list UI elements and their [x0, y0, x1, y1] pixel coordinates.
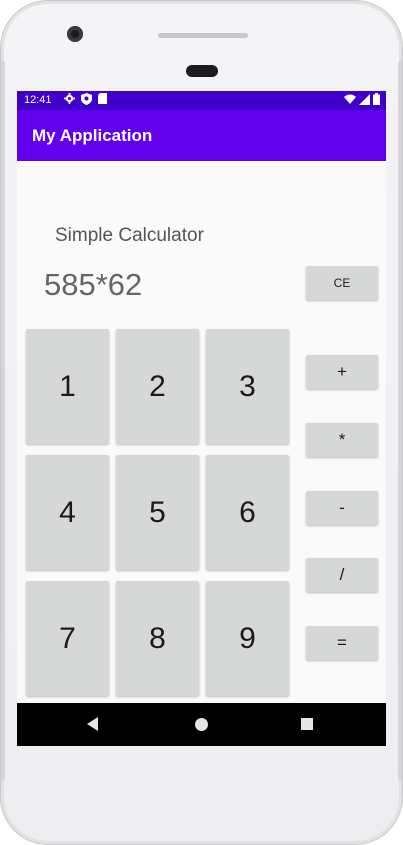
- digit-9-button[interactable]: 9: [206, 581, 289, 696]
- digit-5-button[interactable]: 5: [116, 455, 199, 570]
- subtract-button[interactable]: -: [306, 491, 378, 525]
- sim-card-icon: [98, 93, 107, 109]
- screen: 12:41 My Application Simple Calculator 5…: [17, 91, 386, 746]
- clear-button[interactable]: CE: [306, 266, 378, 300]
- battery-icon: [373, 93, 380, 108]
- back-icon[interactable]: [87, 717, 98, 731]
- wifi-icon: [344, 94, 356, 108]
- digit-2-button[interactable]: 2: [116, 329, 199, 444]
- app-bar: My Application: [17, 110, 386, 161]
- equals-button[interactable]: =: [306, 626, 378, 660]
- digit-3-button[interactable]: 3: [206, 329, 289, 444]
- recents-icon[interactable]: [301, 718, 313, 730]
- divide-button[interactable]: /: [306, 558, 378, 592]
- digit-7-button[interactable]: 7: [26, 581, 109, 696]
- digit-4-button[interactable]: 4: [26, 455, 109, 570]
- calculator-heading: Simple Calculator: [55, 225, 204, 246]
- phone-frame: 12:41 My Application Simple Calculator 5…: [0, 0, 403, 845]
- status-system-icons: [344, 93, 380, 108]
- app-title: My Application: [32, 126, 153, 145]
- earpiece-speaker: [158, 33, 248, 38]
- navigation-bar: [17, 703, 386, 746]
- calculator-display: 585*62: [44, 267, 143, 302]
- gear-icon: [64, 93, 75, 109]
- digit-6-button[interactable]: 6: [206, 455, 289, 570]
- front-camera-icon: [67, 26, 83, 42]
- digit-1-button[interactable]: 1: [26, 329, 109, 444]
- signal-icon: [359, 93, 370, 108]
- shield-icon: [81, 93, 92, 109]
- proximity-sensor: [186, 65, 218, 77]
- status-bar: 12:41: [17, 91, 386, 110]
- home-icon[interactable]: [195, 718, 208, 731]
- phone-edge-left: [1, 61, 5, 781]
- add-button[interactable]: +: [306, 355, 378, 389]
- digit-8-button[interactable]: 8: [116, 581, 199, 696]
- phone-edge-right: [398, 61, 402, 781]
- status-time: 12:41: [24, 94, 52, 106]
- status-notification-icons: [64, 93, 107, 109]
- multiply-button[interactable]: *: [306, 423, 378, 457]
